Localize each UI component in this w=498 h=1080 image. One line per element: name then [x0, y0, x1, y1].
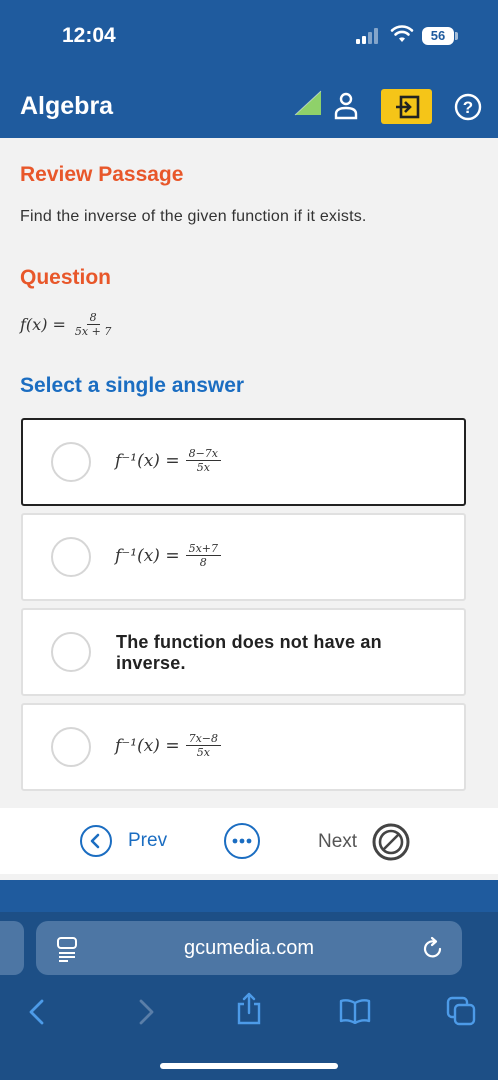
- radio-button[interactable]: [51, 632, 91, 672]
- choice-2-math: f⁻¹(x) = 5x+7 8: [115, 542, 222, 569]
- function-lhs: f(x) =: [20, 315, 66, 334]
- exit-button[interactable]: [381, 89, 432, 124]
- exit-icon: [396, 95, 420, 119]
- wifi-icon: [390, 25, 414, 42]
- choice-4-numerator: 7x−8: [185, 732, 222, 746]
- next-label: Next: [318, 831, 358, 852]
- svg-text:?: ?: [463, 98, 473, 117]
- forward-icon[interactable]: [133, 998, 157, 1026]
- share-icon[interactable]: [236, 992, 262, 1026]
- app-header: 12:04 56 Algebra ?: [0, 0, 498, 138]
- choice-2-numerator: 5x+7: [185, 542, 222, 556]
- reload-icon[interactable]: [422, 936, 444, 960]
- prev-label: Prev: [128, 830, 168, 851]
- browser-toolbar: gcumedia.com: [0, 912, 498, 1080]
- address-bar[interactable]: gcumedia.com: [36, 921, 462, 975]
- footer-bar: [0, 880, 498, 912]
- function-denominator: 5x + 7: [74, 325, 112, 338]
- user-icon[interactable]: [334, 92, 358, 120]
- question-nav-bar: Prev Next: [0, 808, 498, 874]
- choice-4-denominator: 5x: [196, 746, 210, 759]
- more-options-button[interactable]: [224, 823, 260, 859]
- review-passage-heading: Review Passage: [20, 163, 184, 186]
- tabs-icon[interactable]: [446, 996, 476, 1026]
- more-dots-icon: [224, 823, 260, 859]
- radio-button[interactable]: [51, 537, 91, 577]
- choice-1-denominator: 5x: [196, 461, 210, 474]
- answer-choice-1[interactable]: f⁻¹(x) = 8−7x 5x: [21, 418, 466, 506]
- battery-tip: [455, 32, 458, 40]
- choice-1-lhs: f⁻¹(x) =: [115, 450, 180, 471]
- function-numerator: 8: [86, 311, 100, 325]
- url-text[interactable]: gcumedia.com: [36, 937, 462, 960]
- answer-choice-3[interactable]: The function does not have an inverse.: [21, 608, 466, 696]
- radio-button[interactable]: [51, 727, 91, 767]
- question-function: f(x) = 8 5x + 7: [20, 311, 114, 338]
- chevron-left-icon: [80, 825, 112, 857]
- function-fraction: 8 5x + 7: [72, 311, 114, 338]
- radio-button[interactable]: [51, 442, 91, 482]
- prev-button[interactable]: Prev: [80, 825, 167, 857]
- choice-3-text: The function does not have an inverse.: [116, 632, 382, 673]
- home-indicator[interactable]: [160, 1063, 338, 1069]
- choice-2-lhs: f⁻¹(x) =: [115, 545, 180, 566]
- status-time: 12:04: [62, 24, 116, 47]
- back-icon[interactable]: [26, 998, 50, 1026]
- question-content: Review Passage Find the inverse of the g…: [0, 138, 498, 808]
- choice-4-math: f⁻¹(x) = 7x−8 5x: [115, 732, 222, 759]
- choice-4-fraction: 7x−8 5x: [185, 732, 222, 759]
- choice-1-math: f⁻¹(x) = 8−7x 5x: [115, 447, 222, 474]
- help-icon[interactable]: ?: [454, 93, 482, 121]
- choice-2-denominator: 8: [199, 556, 207, 569]
- disabled-icon: [372, 823, 410, 861]
- passage-text: Find the inverse of the given function i…: [20, 208, 367, 225]
- progress-triangle-icon[interactable]: [294, 90, 322, 116]
- choice-1-numerator: 8−7x: [185, 447, 222, 461]
- bookmarks-icon[interactable]: [339, 998, 371, 1024]
- previous-tab-peek[interactable]: [0, 921, 24, 975]
- answer-choice-4[interactable]: f⁻¹(x) = 7x−8 5x: [21, 703, 466, 791]
- answer-choice-2[interactable]: f⁻¹(x) = 5x+7 8: [21, 513, 466, 601]
- question-heading: Question: [20, 266, 112, 289]
- next-button[interactable]: Next: [318, 822, 411, 862]
- select-answer-heading: Select a single answer: [20, 374, 245, 397]
- battery-level: 56: [422, 27, 454, 45]
- cellular-signal-icon: [356, 28, 382, 44]
- choice-1-fraction: 8−7x 5x: [185, 447, 222, 474]
- app-title: Algebra: [20, 92, 114, 120]
- choice-2-fraction: 5x+7 8: [185, 542, 222, 569]
- choice-4-lhs: f⁻¹(x) =: [115, 735, 180, 756]
